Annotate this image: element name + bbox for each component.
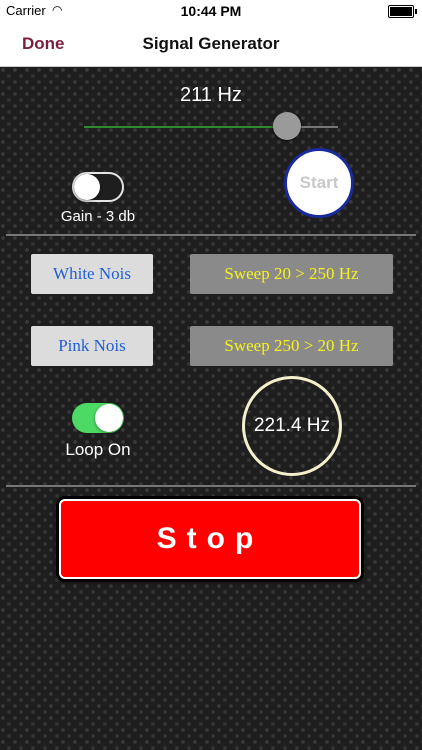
white-noise-button[interactable]: White Nois	[31, 254, 153, 294]
status-time: 10:44 PM	[180, 3, 242, 19]
sweep-up-button[interactable]: Sweep 20 > 250 Hz	[190, 254, 393, 294]
frequency-slider[interactable]	[84, 112, 338, 140]
slider-fill	[84, 126, 288, 128]
start-button[interactable]: Start	[284, 148, 354, 218]
stop-button[interactable]: Stop	[59, 499, 361, 579]
sweep-down-button[interactable]: Sweep 250 > 20 Hz	[190, 326, 393, 366]
loop-toggle[interactable]	[72, 403, 124, 433]
gain-label: Gain - 3 db	[60, 208, 136, 225]
gain-toggle-knob	[74, 174, 100, 200]
generator-panel: 211 Hz Gain - 3 db Start White Nois Swee…	[0, 67, 422, 750]
gain-toggle[interactable]	[72, 172, 124, 202]
frequency-label: 211 Hz	[180, 84, 242, 106]
loop-label: Loop On	[65, 440, 131, 459]
divider	[6, 485, 416, 487]
pink-noise-button[interactable]: Pink Nois	[31, 326, 153, 366]
navigation-bar: Done Signal Generator	[0, 22, 422, 67]
slider-thumb[interactable]	[273, 112, 302, 140]
status-bar: Carrier ◠ 10:44 PM	[0, 0, 422, 22]
battery-icon	[388, 5, 417, 18]
divider	[6, 234, 416, 236]
current-frequency-display: 221.4 Hz	[242, 376, 342, 476]
page-title: Signal Generator	[142, 34, 280, 53]
battery-fill	[390, 7, 412, 16]
loop-toggle-knob	[95, 404, 123, 432]
